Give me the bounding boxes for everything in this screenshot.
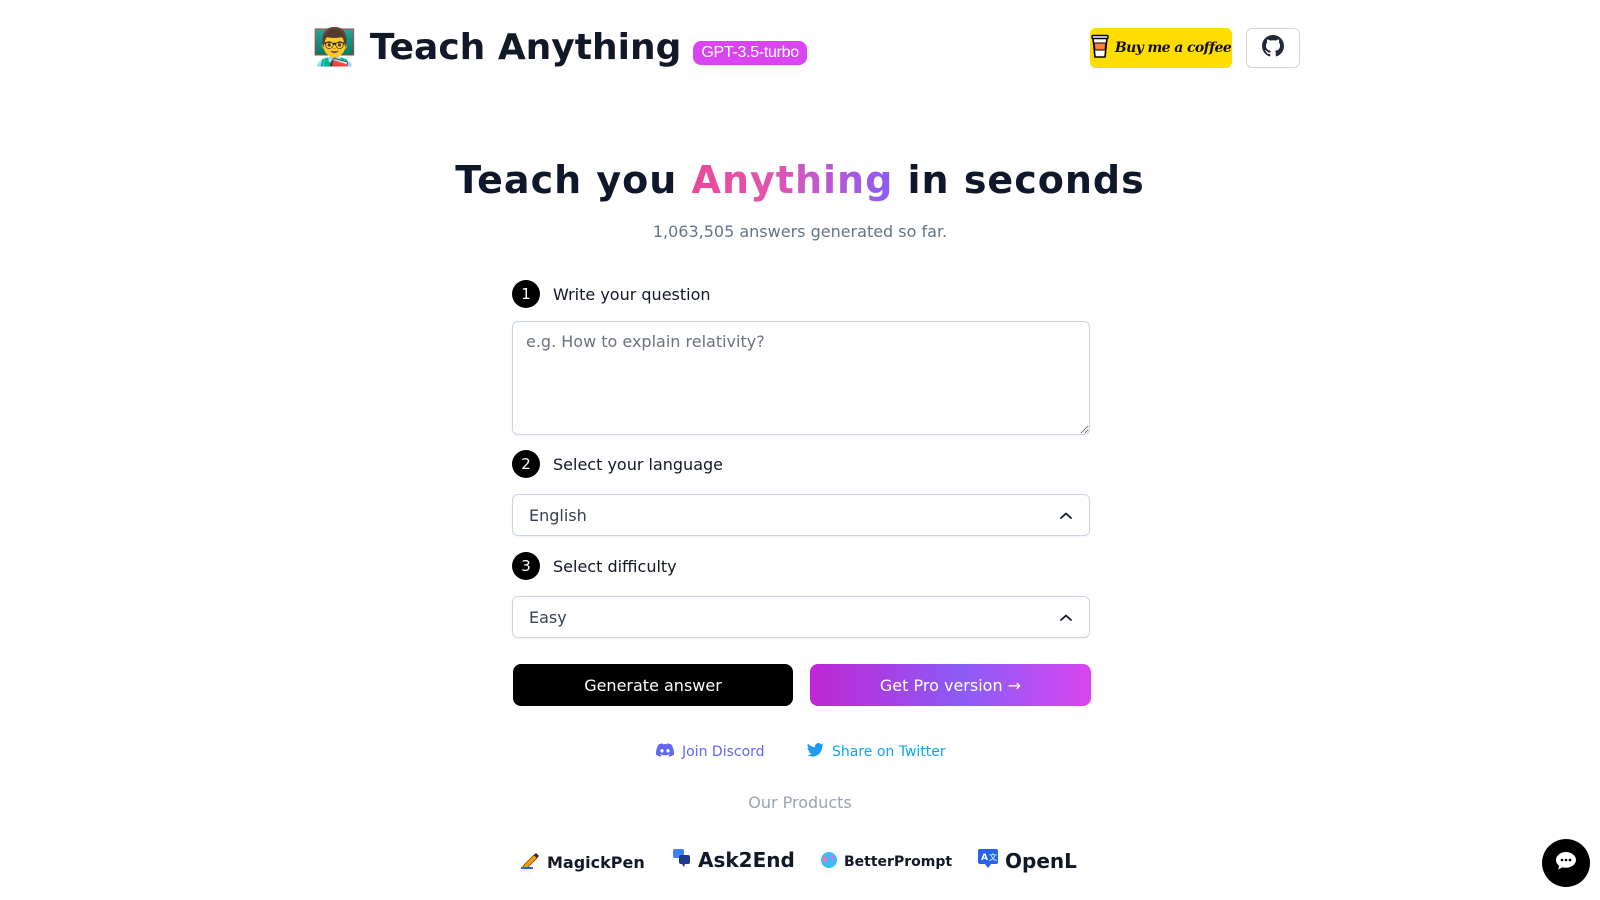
question-input[interactable]: [512, 321, 1090, 435]
brand[interactable]: 👨‍🏫 Teach Anything GPT-3.5-turbo: [312, 24, 807, 72]
difficulty-select[interactable]: Easy: [512, 596, 1090, 638]
svg-text:文: 文: [989, 852, 998, 862]
coffee-label: Buy me a coffee: [1114, 40, 1232, 56]
discord-label: Join Discord: [682, 744, 765, 760]
svg-text:A: A: [981, 853, 988, 863]
product-ask2end[interactable]: Ask2End: [672, 847, 795, 872]
twitter-label: Share on Twitter: [832, 744, 946, 760]
magickpen-logo-icon: [521, 851, 541, 873]
join-discord-link[interactable]: Join Discord: [656, 741, 765, 763]
product-label: BetterPrompt: [844, 854, 953, 870]
product-label: Ask2End: [698, 847, 795, 872]
product-label: MagickPen: [547, 852, 645, 872]
step-number: 1: [512, 280, 540, 308]
answers-count: 1,063,505 answers generated so far.: [652, 222, 948, 241]
step-3: 3 Select difficulty: [512, 552, 677, 580]
difficulty-value: Easy: [529, 607, 567, 627]
hero-title: Teach you Anything in seconds: [0, 152, 1600, 208]
hero-title-before: Teach you: [455, 158, 692, 202]
header: 👨‍🏫 Teach Anything GPT-3.5-turbo Buy me …: [0, 0, 1600, 96]
products-title: Our Products: [748, 793, 852, 812]
product-betterprompt[interactable]: BetterPrompt: [820, 851, 952, 873]
step-1: 1 Write your question: [512, 280, 711, 308]
hero-title-after: in seconds: [893, 158, 1145, 202]
products-list: MagickPen Ask2End BetterPrompt A 文 OpenL: [0, 845, 1600, 879]
ask2end-logo-icon: [672, 847, 692, 872]
language-select[interactable]: English: [512, 494, 1090, 536]
step-2: 2 Select your language: [512, 450, 723, 478]
model-badge: GPT-3.5-turbo: [693, 41, 807, 65]
app-title: Teach Anything: [369, 27, 682, 68]
buy-me-a-coffee-button[interactable]: Buy me a coffee: [1090, 28, 1232, 68]
generate-answer-button[interactable]: Generate answer: [513, 664, 793, 706]
step-label: Select your language: [553, 454, 723, 474]
product-openl[interactable]: A 文 OpenL: [977, 847, 1077, 874]
chat-bubble-icon: [1555, 851, 1577, 875]
chevron-up-icon: [1059, 608, 1073, 627]
hero-title-highlight: Anything: [691, 158, 894, 202]
discord-icon: [656, 743, 675, 761]
openl-logo-icon: A 文: [977, 847, 999, 874]
betterprompt-logo-icon: [820, 851, 838, 873]
product-label: OpenL: [1005, 848, 1077, 873]
language-value: English: [529, 505, 587, 525]
twitter-icon: [807, 743, 824, 761]
share-on-twitter-link[interactable]: Share on Twitter: [807, 741, 946, 763]
step-label: Select difficulty: [553, 556, 677, 576]
product-magickpen[interactable]: MagickPen: [521, 851, 645, 873]
github-button[interactable]: [1246, 28, 1300, 68]
chevron-up-icon: [1059, 506, 1073, 525]
step-number: 3: [512, 552, 540, 580]
chat-widget-button[interactable]: [1542, 839, 1590, 887]
teacher-emoji-icon: 👨‍🏫: [312, 27, 358, 68]
github-icon: [1262, 35, 1284, 61]
get-pro-version-button[interactable]: Get Pro version →: [810, 664, 1091, 706]
step-number: 2: [512, 450, 540, 478]
coffee-cup-icon: [1091, 34, 1109, 62]
step-label: Write your question: [553, 284, 711, 304]
